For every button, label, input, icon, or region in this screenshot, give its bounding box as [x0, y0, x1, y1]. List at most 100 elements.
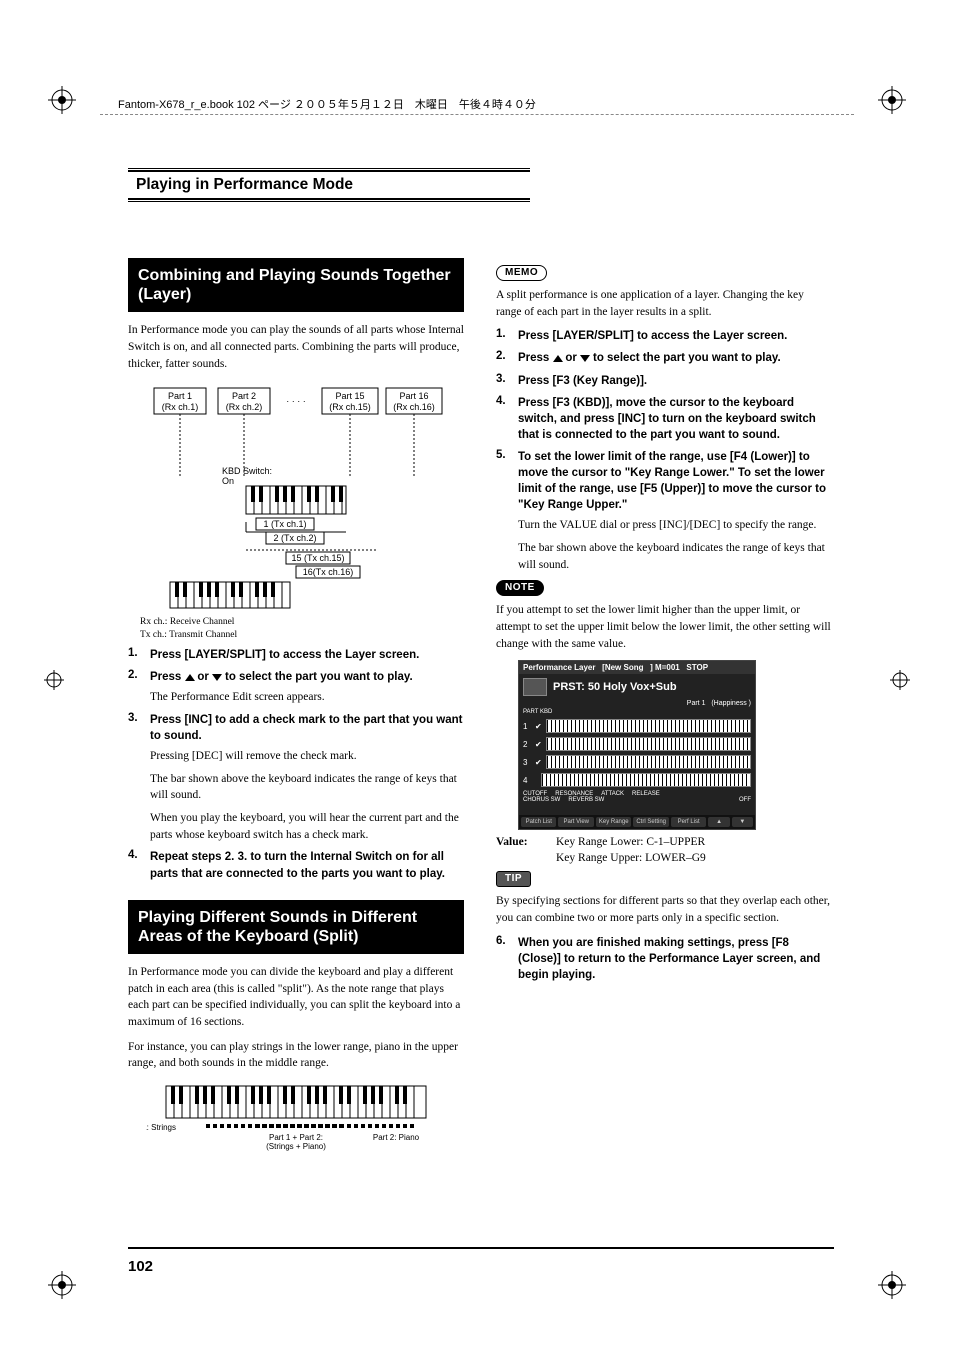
layer-step-3-text: Press [INC] to add a check mark to the p…	[150, 714, 462, 742]
lcd-happiness: (Happiness )	[711, 700, 751, 707]
lcd-knob-release: RELEASE	[632, 791, 660, 797]
value-upper: Key Range Upper: LOWER–G9	[556, 852, 706, 864]
value-label: Value:	[496, 836, 556, 848]
svg-text:Part 15: Part 15	[335, 391, 364, 401]
section-layer-heading: Combining and Playing Sounds Together (L…	[128, 258, 464, 312]
page-header-bar: Playing in Performance Mode	[128, 168, 530, 202]
layer-step-1-text: Press [LAYER/SPLIT] to access the Layer …	[150, 649, 419, 661]
split-diagram: Part 1: Strings Part 1 + Part 2: (String…	[146, 1082, 446, 1152]
lcd-keyboard-row-4	[541, 773, 751, 787]
lcd-sw-chorus: CHORUS SW	[523, 797, 560, 803]
svg-text:· · · ·: · · · ·	[286, 396, 306, 406]
lcd-title: Performance Layer	[523, 663, 595, 672]
page-number: 102	[128, 1258, 153, 1275]
down-arrow-icon	[212, 674, 222, 681]
memo-text: A split performance is one application o…	[496, 287, 832, 320]
lcd-btn-key-range: Key Range	[596, 817, 631, 827]
lcd-btn-ctrl-setting: Ctrl Setting	[633, 817, 668, 827]
layer-step-1: 1. Press [LAYER/SPLIT] to access the Lay…	[128, 647, 464, 663]
svg-text:16(Tx ch.16): 16(Tx ch.16)	[303, 567, 354, 577]
layer-step-2-sub: The Performance Edit screen appears.	[150, 689, 464, 706]
lcd-btn-part-view: Part View	[558, 817, 593, 827]
svg-text:On: On	[222, 476, 234, 486]
footer-rule	[128, 1247, 834, 1249]
layer-step-3-sub2: The bar shown above the keyboard indicat…	[150, 771, 464, 804]
split-step-6-text: When you are finished making settings, p…	[518, 937, 820, 981]
lcd-knob-attack: ATTACK	[601, 791, 624, 797]
page-title: Playing in Performance Mode	[136, 176, 353, 193]
print-header-rule	[100, 114, 854, 115]
crop-mark-bottom-right	[878, 1271, 906, 1299]
lcd-btn-patch-list: Patch List	[521, 817, 556, 827]
layer-diagram-caption-rx: Rx ch.: Receive Channel	[140, 616, 464, 628]
split-step-4-text: Press [F3 (KBD)], move the cursor to the…	[518, 397, 816, 441]
lcd-keyboard-row-2	[546, 737, 751, 751]
svg-text:Part 2: Piano: Part 2: Piano	[373, 1133, 420, 1142]
split-step-4: 4. Press [F3 (KBD)], move the cursor to …	[496, 395, 832, 443]
split-step-5-sub1: Turn the VALUE dial or press [INC]/[DEC]…	[518, 517, 832, 534]
step-number: 1.	[128, 647, 140, 663]
lcd-btn-perf-list: Perf List	[671, 817, 706, 827]
layer-intro: In Performance mode you can play the sou…	[128, 322, 464, 372]
svg-text:Part 2: Part 2	[232, 391, 256, 401]
layer-step-2a: Press	[150, 671, 185, 683]
svg-text:(Rx ch.2): (Rx ch.2)	[226, 402, 263, 412]
crop-mark-mid-right	[890, 670, 910, 690]
note-text: If you attempt to set the lower limit hi…	[496, 602, 832, 652]
layer-step-3-sub1: Pressing [DEC] will remove the check mar…	[150, 748, 464, 765]
svg-text:(Rx ch.1): (Rx ch.1)	[162, 402, 199, 412]
split-step-3-text: Press [F3 (Key Range)].	[518, 375, 647, 387]
split-step-2: 2. Press or to select the part you want …	[496, 350, 832, 366]
split-step-1-text: Press [LAYER/SPLIT] to access the Layer …	[518, 330, 787, 342]
left-column: Combining and Playing Sounds Together (L…	[128, 258, 464, 1158]
lcd-scroll-down: ▼	[732, 817, 753, 827]
lcd-keyboard-row-3	[546, 755, 751, 769]
crop-mark-bottom-left	[48, 1271, 76, 1299]
step-number: 1.	[496, 328, 508, 344]
lcd-sw-reverb: REVERB SW	[568, 797, 604, 803]
up-arrow-icon	[553, 355, 563, 362]
up-arrow-icon	[185, 674, 195, 681]
split-step-2a: Press	[518, 352, 553, 364]
step-number: 4.	[496, 395, 508, 443]
crop-mark-top-left	[48, 86, 76, 114]
step-number: 5.	[496, 449, 508, 513]
step-number: 4.	[128, 849, 140, 881]
step-number: 3.	[128, 712, 140, 744]
svg-text:(Rx ch.15): (Rx ch.15)	[329, 402, 371, 412]
lcd-part: Part 1	[687, 700, 706, 707]
layer-step-4: 4. Repeat steps 2. 3. to turn the Intern…	[128, 849, 464, 881]
lcd-keyboard-row-1	[546, 719, 751, 733]
layer-step-2: 2. Press or to select the part you want …	[128, 669, 464, 685]
svg-text:1 (Tx ch.1): 1 (Tx ch.1)	[263, 519, 306, 529]
layer-diagram: Part 1(Rx ch.1) Part 2(Rx ch.2) · · · · …	[146, 382, 446, 610]
lcd-screenshot: Performance Layer [New Song ] M=001 STOP…	[518, 660, 756, 830]
split-step-5-sub2: The bar shown above the keyboard indicat…	[518, 540, 832, 573]
memo-badge: MEMO	[496, 265, 547, 281]
split-step-2b: or	[565, 352, 580, 364]
print-header-info: Fantom-X678_r_e.book 102 ページ ２００５年５月１２日 …	[118, 96, 536, 112]
svg-text:(Strings + Piano): (Strings + Piano)	[266, 1142, 326, 1151]
layer-step-2b: or	[197, 671, 212, 683]
svg-text:Part 1: Part 1	[168, 391, 192, 401]
layer-diagram-caption-tx: Tx ch.: Transmit Channel	[140, 629, 464, 641]
right-column: MEMO A split performance is one applicat…	[496, 258, 832, 1158]
crop-mark-top-right	[878, 86, 906, 114]
split-step-1: 1. Press [LAYER/SPLIT] to access the Lay…	[496, 328, 832, 344]
section-split-heading: Playing Different Sounds in Different Ar…	[128, 900, 464, 954]
split-step-3: 3. Press [F3 (Key Range)].	[496, 373, 832, 389]
svg-text:KBD Switch:: KBD Switch:	[222, 466, 272, 476]
split-step-5-text: To set the lower limit of the range, use…	[518, 451, 826, 511]
split-step-6: 6. When you are finished making settings…	[496, 935, 832, 983]
layer-step-2c: to select the part you want to play.	[225, 671, 413, 683]
split-step-5: 5. To set the lower limit of the range, …	[496, 449, 832, 513]
svg-text:Part 1 + Part 2:: Part 1 + Part 2:	[269, 1133, 323, 1142]
lcd-patch-name: PRST: 50 Holy Vox+Sub	[553, 681, 677, 693]
lcd-scroll-up: ▲	[708, 817, 729, 827]
layer-step-4-text: Repeat steps 2. 3. to turn the Internal …	[150, 851, 445, 879]
split-para-1: In Performance mode you can divide the k…	[128, 964, 464, 1031]
step-number: 2.	[496, 350, 508, 366]
svg-text:15 (Tx ch.15): 15 (Tx ch.15)	[291, 553, 344, 563]
svg-text:Part 1: Strings: Part 1: Strings	[146, 1123, 176, 1132]
layer-step-3: 3. Press [INC] to add a check mark to th…	[128, 712, 464, 744]
